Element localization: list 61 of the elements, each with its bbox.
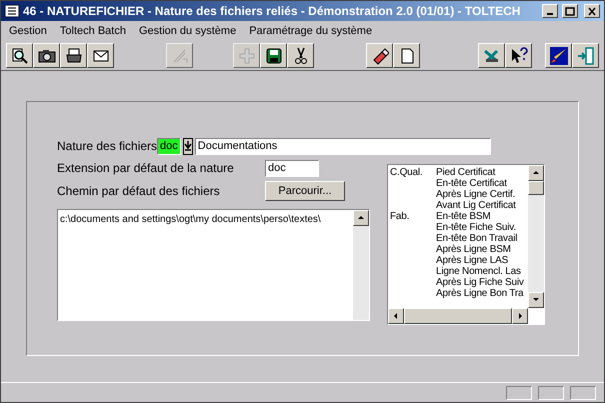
list-item[interactable]: En-tête Fiche Suiv.	[436, 222, 516, 233]
toolbar-button[interactable]	[287, 43, 314, 68]
list-item[interactable]: Après Ligne BSM	[436, 244, 511, 255]
menu-item[interactable]: Gestion du système	[138, 22, 236, 40]
field-label: Extension par défaut de la nature	[57, 160, 235, 177]
toolbar-button[interactable]	[545, 43, 572, 68]
exit-door-icon	[576, 46, 594, 64]
window-icon	[5, 5, 19, 17]
list-item[interactable]: En-tête Certificat	[436, 178, 507, 189]
status-pane	[538, 386, 564, 400]
toolbar-button[interactable]	[60, 43, 87, 68]
list-item[interactable]: Après Lig Fiche Suiv	[436, 277, 524, 288]
category-text: C.Qual.	[390, 167, 423, 178]
window-title: 46 - NATUREFICHIER - Nature des fichiers reliés - Démonstration 2.0 (01/01) - TOLTECH	[23, 3, 522, 20]
vertical-scrollbar[interactable]	[528, 165, 544, 308]
list-item[interactable]: Après Ligne Certif.	[436, 189, 516, 200]
lookup-button[interactable]	[182, 138, 193, 154]
list-item[interactable]: Ligne Nomencl. Las	[436, 266, 521, 277]
list-item[interactable]: En-tête Bon Travail	[436, 233, 518, 244]
path-text: c:\documents and settings\ogt\my documents\perso\textes\	[59, 213, 322, 227]
menu-item[interactable]: Paramétrage du système	[249, 22, 372, 40]
list-item[interactable]: Après Ligne Bon Tra	[436, 288, 524, 299]
path-text-area[interactable]: c:\documents and settings\ogt\my documents\perso\textes\	[57, 209, 370, 321]
template-list[interactable]	[387, 164, 545, 325]
browse-button[interactable]: Parcourir...	[265, 181, 345, 201]
list-item[interactable]: Pied Certificat	[436, 167, 496, 178]
toolbar-button[interactable]	[478, 43, 505, 68]
status-pane	[570, 386, 596, 400]
nature-name-field[interactable]: Documentations	[194, 138, 491, 154]
code-field[interactable]: doc	[157, 138, 181, 154]
eraser-icon	[370, 46, 388, 64]
minimize-icon[interactable]	[542, 4, 558, 18]
toolbar-button[interactable]	[572, 43, 599, 68]
category-text: Fab.	[390, 211, 410, 222]
help-pointer-icon	[510, 46, 528, 64]
list-item[interactable]: Avant Lig Certificat	[436, 200, 516, 211]
horizontal-scrollbar[interactable]	[388, 308, 528, 324]
menu-item[interactable]: Gestion	[9, 22, 47, 40]
field-label: Chemin par défaut des fichiers	[57, 183, 221, 200]
toolbar-button[interactable]	[393, 43, 420, 68]
toolbar-button[interactable]	[505, 43, 532, 68]
scroll-thumb[interactable]	[528, 181, 544, 195]
toolbar-button[interactable]	[260, 43, 287, 68]
menu-item[interactable]: Toltech Batch	[60, 22, 126, 40]
maximize-icon[interactable]	[562, 4, 578, 18]
rocket-icon	[550, 46, 568, 64]
scroll-thumb[interactable]	[404, 308, 512, 324]
plus-icon	[238, 46, 256, 64]
vertical-scrollbar[interactable]	[353, 210, 369, 320]
list-item[interactable]: En-tête BSM	[436, 211, 490, 222]
toolbar-button[interactable]	[87, 43, 114, 68]
close-icon[interactable]	[584, 4, 600, 18]
toolbar-button[interactable]	[6, 43, 33, 68]
printer-icon	[64, 46, 82, 64]
magnifier-icon	[10, 46, 28, 64]
status-pane	[506, 386, 532, 400]
field-label: Nature des fichiers	[57, 138, 158, 155]
toolbar-button[interactable]	[33, 43, 60, 68]
toolbar-button[interactable]	[366, 43, 393, 68]
extension-field[interactable]: doc	[265, 160, 319, 176]
list-item[interactable]: Après Ligne LAS	[436, 255, 508, 266]
